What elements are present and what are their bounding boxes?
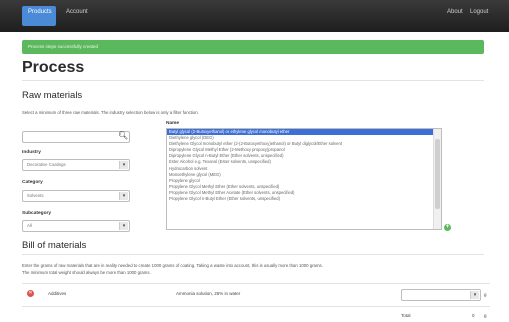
chevron-down-icon: ▾ <box>119 222 128 230</box>
chevron-down-icon: ▾ <box>119 161 128 169</box>
bom-help-line-1: Enter the grams of raw materials that ar… <box>22 263 323 268</box>
industry-select[interactable]: Decorative Coatings ▾ <box>22 159 130 171</box>
add-icon[interactable]: + <box>444 224 451 231</box>
tab-products[interactable]: Products <box>28 9 52 15</box>
raw-materials-heading: Raw materials <box>22 90 83 101</box>
raw-materials-help: Select a minimum of three raw materials.… <box>22 110 199 115</box>
bom-total-label: Total <box>401 313 411 318</box>
chevron-down-icon: ▾ <box>470 291 479 299</box>
category-label: Category <box>22 180 43 185</box>
top-navbar: Products Account About Logout <box>0 0 509 32</box>
bom-help-line-2: The minimum total weight should always b… <box>22 270 151 275</box>
chevron-down-icon: ▾ <box>119 192 128 200</box>
bom-row-divider <box>22 306 490 307</box>
category-select-value: Solvents <box>27 193 44 198</box>
industry-label: Industry <box>22 150 41 155</box>
subcategory-select-value: All <box>27 223 32 228</box>
bom-row-unit: g <box>484 292 487 297</box>
listbox-scrollbar[interactable] <box>433 129 441 229</box>
bill-of-materials-heading: Bill of materials <box>22 240 87 251</box>
remove-icon[interactable]: ✕ <box>27 290 34 297</box>
title-divider <box>22 80 484 81</box>
category-select[interactable]: Solvents ▾ <box>22 190 130 202</box>
name-list-label: Name <box>166 121 180 126</box>
success-alert: Process steps successfully created <box>22 40 484 54</box>
search-icon[interactable]: 🔍︎ <box>118 131 130 143</box>
bom-table-top-border <box>22 283 490 284</box>
nav-about-link[interactable]: About <box>447 9 463 15</box>
page-title: Process <box>22 59 85 76</box>
bom-divider <box>22 254 484 255</box>
scrollbar-thumb[interactable] <box>435 139 440 209</box>
bom-row-name: Additives <box>48 291 67 296</box>
bom-row-amount-input[interactable]: ▾ <box>401 289 481 301</box>
bom-total-unit: g <box>484 313 487 318</box>
industry-select-value: Decorative Coatings <box>27 162 66 167</box>
raw-material-search-input[interactable] <box>22 131 130 143</box>
list-item[interactable]: Propylene Glycol n-Butyl Ether (Ether so… <box>167 196 441 202</box>
raw-material-listbox[interactable]: Butyl glycol (2-Butoxyethanol) or ethyle… <box>166 128 442 230</box>
subcategory-label: Subcategory <box>22 211 52 216</box>
bom-row-description: Ammonia solution, 25% in water <box>176 291 241 296</box>
bom-total-value: 0 <box>472 313 475 318</box>
tab-account[interactable]: Account <box>66 9 88 15</box>
nav-logout-link[interactable]: Logout <box>470 9 488 15</box>
subcategory-select[interactable]: All ▾ <box>22 220 130 232</box>
